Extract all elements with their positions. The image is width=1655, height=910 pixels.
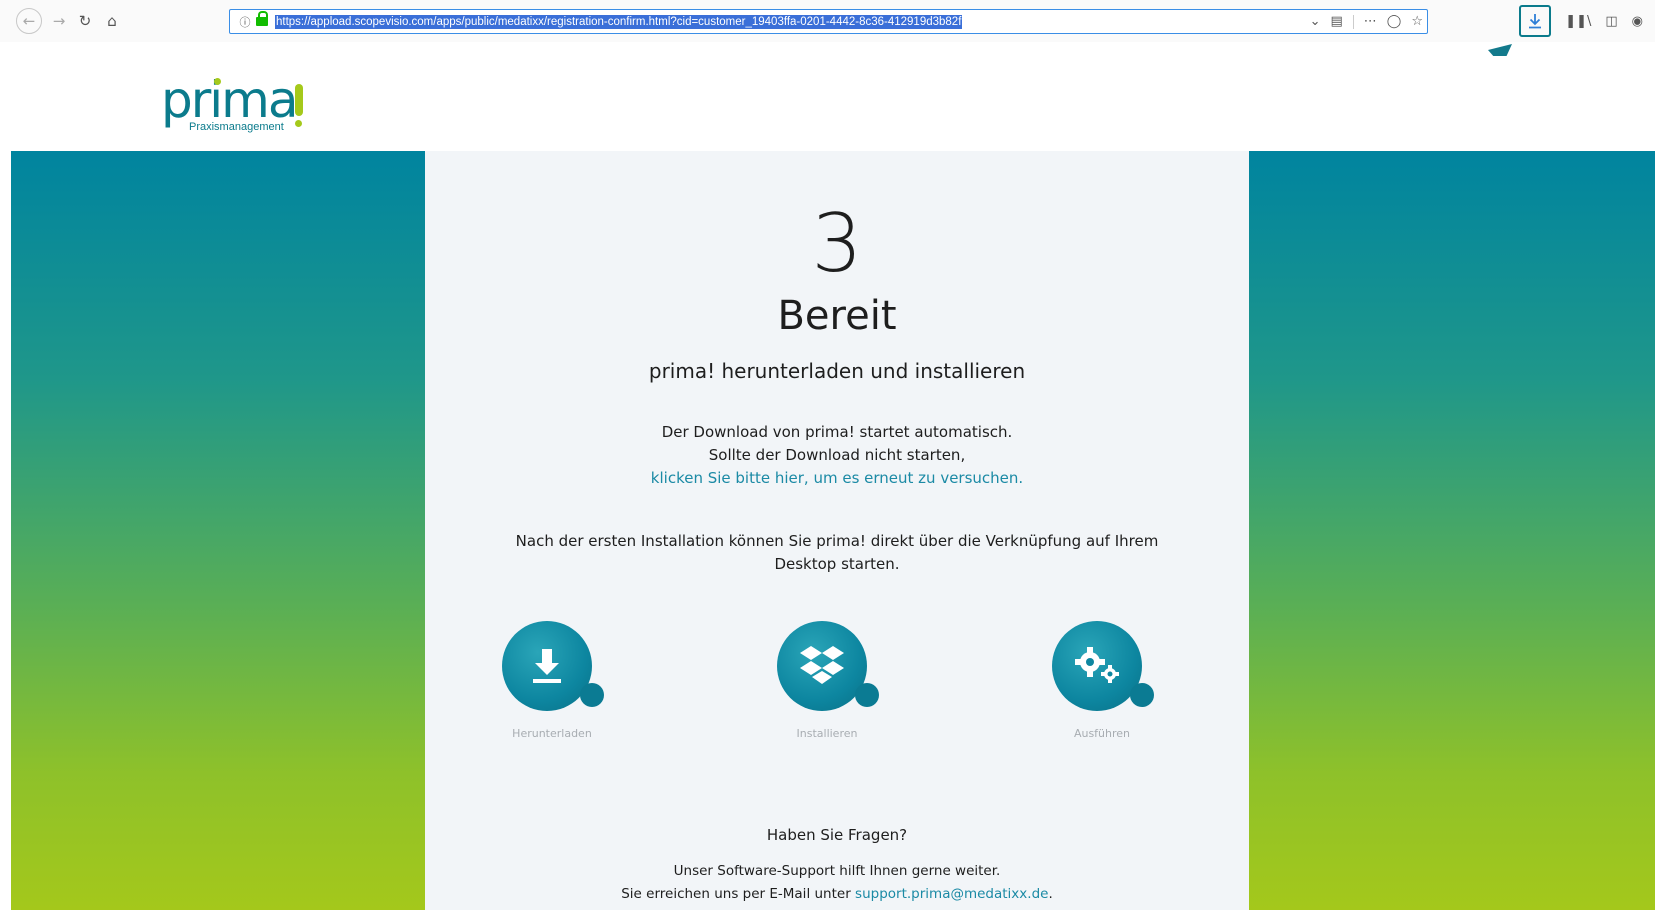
- retry-download-link[interactable]: klicken Sie bitte hier, um es erneut zu …: [425, 467, 1249, 490]
- support-contact-prefix: Sie erreichen uns per E-Mail unter: [621, 886, 856, 902]
- download-fallback: Sollte der Download nicht starten,: [708, 446, 966, 464]
- dropdown-icon[interactable]: ⌄: [1310, 14, 1321, 29]
- logo-exclamation: [295, 84, 303, 116]
- account-icon[interactable]: ◉: [1632, 14, 1643, 29]
- toolbar-right: ❚❚\ ◫ ◉: [1519, 5, 1643, 37]
- address-bar[interactable]: ⓘ https://appload.scopevisio.com/apps/pu…: [229, 9, 1428, 34]
- reload-icon[interactable]: ↻: [72, 8, 98, 34]
- browser-toolbar: ← → ↻ ⌂ ⓘ https://appload.scopevisio.com…: [0, 0, 1655, 42]
- page-header: prima Praxismanagement: [11, 56, 1655, 151]
- step-label: Installieren: [796, 727, 858, 740]
- prima-logo: prima Praxismanagement: [161, 72, 331, 142]
- sidebar-icon[interactable]: ◫: [1605, 14, 1617, 29]
- step-number: 3: [811, 197, 863, 290]
- page-title: Bereit: [777, 293, 897, 339]
- forward-icon[interactable]: →: [46, 8, 72, 34]
- content-panel: 3 Bereit prima! herunterladen und instal…: [425, 151, 1249, 910]
- support-email-link[interactable]: support.prima@medatixx.de: [855, 886, 1048, 902]
- download-info: Der Download von prima! startet automati…: [661, 423, 1013, 441]
- download-icon: [502, 621, 606, 713]
- lock-icon: [256, 10, 270, 28]
- gears-icon: [1052, 621, 1156, 713]
- divider: [1352, 14, 1354, 29]
- step-label: Herunterladen: [512, 727, 592, 740]
- step-label: Ausführen: [1073, 727, 1131, 740]
- step-install: Installieren: [747, 621, 907, 740]
- more-icon[interactable]: ⋯: [1364, 14, 1377, 29]
- logo-word: prima: [161, 71, 299, 129]
- install-note: Nach der ersten Installation können Sie …: [515, 532, 1159, 573]
- step-run: Ausführen: [1022, 621, 1182, 740]
- support-info: Unser Software-Support hilft Ihnen gerne…: [673, 863, 1001, 879]
- support-question: Haben Sie Fragen?: [766, 826, 908, 844]
- home-icon[interactable]: ⌂: [99, 8, 125, 34]
- url-text[interactable]: https://appload.scopevisio.com/apps/publ…: [275, 14, 963, 29]
- reader-icon[interactable]: ▤: [1330, 14, 1342, 29]
- logo-subtitle: Praxismanagement: [189, 121, 284, 133]
- star-icon[interactable]: ☆: [1411, 14, 1423, 29]
- logo-exclamation-dot: [295, 120, 302, 127]
- step-download: Herunterladen: [472, 621, 632, 740]
- page-subtitle: prima! herunterladen und installieren: [648, 359, 1026, 383]
- library-icon[interactable]: ❚❚\: [1565, 14, 1591, 29]
- pocket-icon[interactable]: ◯: [1387, 14, 1402, 29]
- back-icon[interactable]: ←: [16, 8, 42, 34]
- url-actions: ⌄ ▤ ⋯ ◯ ☆: [1310, 10, 1423, 33]
- support-contact: Sie erreichen uns per E-Mail unter suppo…: [425, 886, 1249, 902]
- info-icon[interactable]: ⓘ: [234, 14, 256, 30]
- download-icon[interactable]: [1519, 5, 1552, 37]
- logo-i-dot: [214, 78, 221, 85]
- support-contact-suffix: .: [1048, 886, 1053, 902]
- dropbox-icon: [777, 621, 881, 713]
